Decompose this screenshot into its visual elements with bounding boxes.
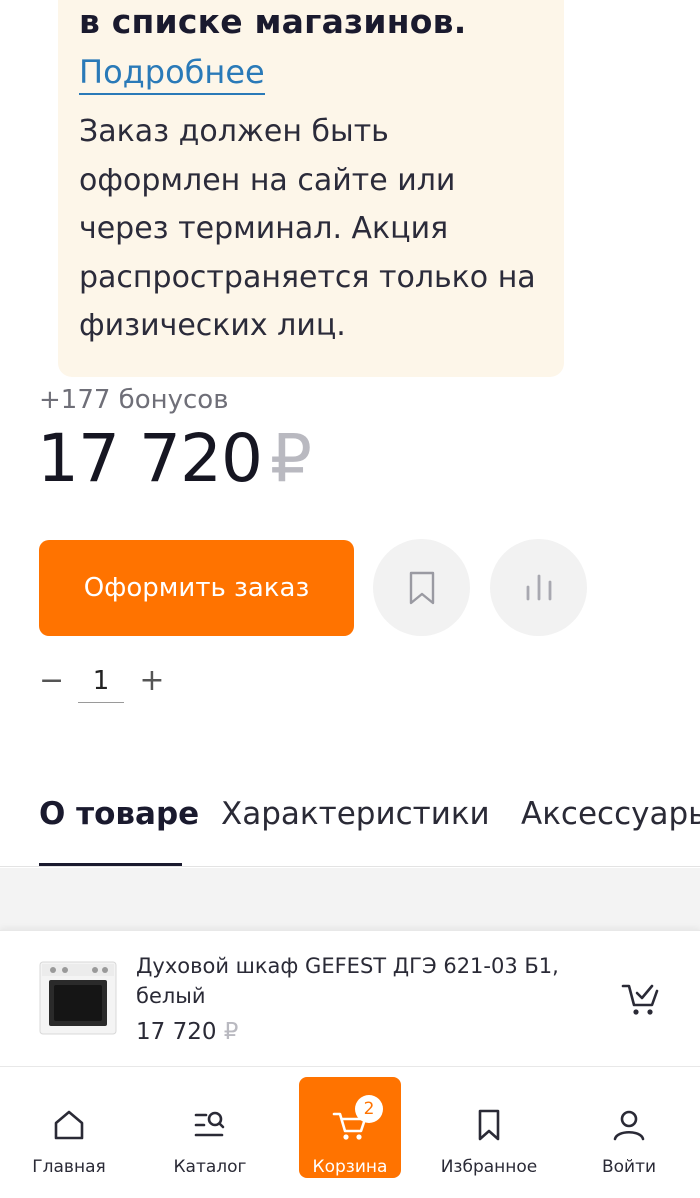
compare-button[interactable]	[490, 539, 587, 636]
promo-box: в списке магазинов. Подробнее Заказ долж…	[58, 0, 564, 377]
product-tabs: О товаре Характеристики Аксессуары	[0, 770, 700, 867]
nav-login[interactable]: Войти	[574, 1077, 684, 1177]
nav-home[interactable]: Главная	[14, 1077, 124, 1177]
catalog-icon	[194, 1111, 225, 1137]
sticky-product-title[interactable]: Духовой шкаф GEFEST ДГЭ 621-03 Б1, белый	[136, 951, 576, 1011]
product-thumbnail[interactable]	[39, 961, 117, 1035]
in-cart-check-icon[interactable]	[621, 981, 661, 1017]
promo-text: Заказ должен быть оформлен на сайте или …	[79, 114, 536, 343]
add-to-favorites-button[interactable]	[373, 539, 470, 636]
nav-catalog-label: Каталог	[173, 1157, 247, 1177]
sticky-product-price: 17 720 ₽	[136, 1019, 238, 1045]
tab-specs[interactable]: Характеристики	[221, 796, 490, 832]
quantity-input[interactable]: 1	[78, 666, 124, 703]
user-icon	[613, 1110, 645, 1141]
bonus-label: +177 бонусов	[39, 385, 229, 415]
bottom-navigation: Главная Каталог 2 Корзина Избранное Войт…	[0, 1067, 700, 1198]
nav-favorites-label: Избранное	[440, 1157, 538, 1177]
bookmark-icon	[478, 1109, 500, 1141]
price-value: 17 720	[37, 420, 263, 497]
cart-count-badge: 2	[355, 1095, 383, 1123]
bookmark-icon	[409, 571, 434, 604]
nav-favorites[interactable]: Избранное	[434, 1077, 544, 1177]
content-section-background	[0, 868, 700, 930]
home-icon	[54, 1110, 84, 1140]
quantity-increase-button[interactable]: +	[139, 664, 165, 698]
promo-more-link[interactable]: Подробнее	[79, 53, 265, 95]
nav-cart-label: Корзина	[312, 1157, 388, 1177]
nav-login-label: Войти	[601, 1157, 657, 1177]
sticky-product-bar: Духовой шкаф GEFEST ДГЭ 621-03 Б1, белый…	[0, 930, 700, 1067]
promo-headline: в списке магазинов.	[79, 2, 467, 41]
nav-home-label: Главная	[32, 1157, 106, 1177]
quantity-decrease-button[interactable]: −	[39, 664, 64, 698]
tab-accessories[interactable]: Аксессуары	[521, 796, 700, 832]
product-price: 17 720 ₽	[37, 420, 312, 497]
currency-symbol: ₽	[269, 420, 312, 497]
sticky-currency-symbol: ₽	[223, 1019, 239, 1045]
quantity-stepper: − 1 +	[39, 660, 169, 704]
nav-catalog[interactable]: Каталог	[155, 1077, 265, 1177]
compare-bars-icon	[526, 574, 551, 600]
order-button[interactable]: Оформить заказ	[39, 540, 354, 636]
tab-about[interactable]: О товаре	[39, 796, 199, 832]
sticky-price-value: 17 720	[136, 1019, 217, 1045]
active-tab-indicator	[39, 863, 182, 866]
nav-cart[interactable]: 2 Корзина	[299, 1077, 401, 1178]
